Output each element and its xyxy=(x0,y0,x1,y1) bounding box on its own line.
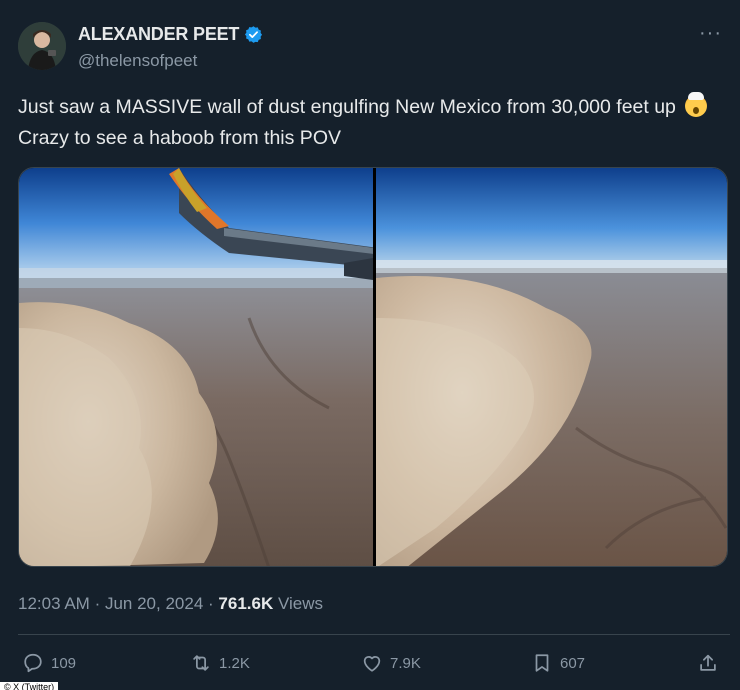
haboob-photo-with-wing[interactable] xyxy=(19,168,373,566)
author-handle[interactable]: @thelensofpeet xyxy=(78,51,197,71)
share-icon xyxy=(700,654,716,671)
tweet-text-part1: Just saw a MASSIVE wall of dust engulfin… xyxy=(18,96,676,118)
bookmark-icon xyxy=(535,654,549,672)
like-button[interactable]: 7.9K xyxy=(361,652,421,674)
tweet-card: ALEXANDER PEET @thelensofpeet ··· Just s… xyxy=(0,0,740,690)
bookmark-button[interactable]: 607 xyxy=(531,652,585,674)
reply-icon xyxy=(24,653,42,673)
meta-separator-2: · xyxy=(208,594,214,613)
views-count[interactable]: 761.6K xyxy=(218,594,273,613)
display-name[interactable]: ALEXANDER PEET xyxy=(78,24,239,45)
retweet-button[interactable]: 1.2K xyxy=(190,652,250,674)
verified-badge-icon xyxy=(244,25,263,44)
reply-count: 109 xyxy=(51,654,77,672)
share-button[interactable] xyxy=(697,652,726,674)
haboob-photo-aerial[interactable] xyxy=(376,168,727,566)
tweet-text-part2: Crazy to see a haboob from this POV xyxy=(18,127,341,149)
views-label[interactable]: Views xyxy=(278,594,323,613)
avatar[interactable] xyxy=(18,22,66,70)
divider xyxy=(18,634,730,635)
ellipsis-icon[interactable]: ··· xyxy=(699,22,722,45)
bookmark-count: 607 xyxy=(560,654,586,672)
retweet-icon xyxy=(193,655,209,671)
author-name-row[interactable]: ALEXANDER PEET xyxy=(78,24,263,45)
tweet-meta: 12:03 AM · Jun 20, 2024 · 761.6K Views xyxy=(18,594,323,614)
reply-button[interactable]: 109 xyxy=(22,652,76,674)
action-bar: 109 1.2K 7.9K 607 xyxy=(0,652,740,676)
like-count: 7.9K xyxy=(390,654,421,672)
tweet-text: Just saw a MASSIVE wall of dust engulfin… xyxy=(18,92,730,154)
image-credit: © X (Twitter) xyxy=(0,682,59,690)
heart-icon xyxy=(363,656,381,672)
meta-separator: · xyxy=(94,594,101,613)
tweet-time[interactable]: 12:03 AM xyxy=(18,594,90,613)
exploding-head-emoji-icon xyxy=(685,92,708,117)
retweet-count: 1.2K xyxy=(219,654,250,672)
tweet-date[interactable]: Jun 20, 2024 xyxy=(105,594,203,613)
media-grid xyxy=(18,167,728,567)
